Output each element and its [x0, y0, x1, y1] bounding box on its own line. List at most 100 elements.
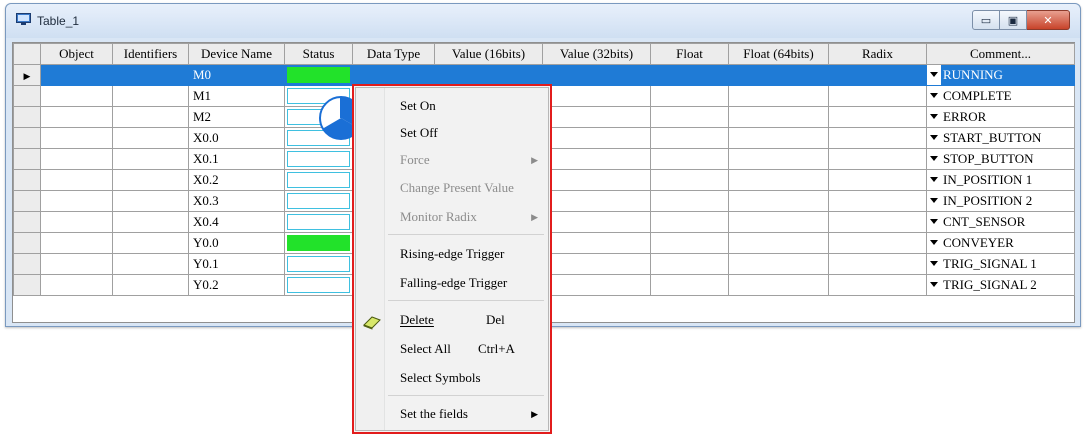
cell-identifiers[interactable] [112, 211, 189, 233]
cell-device-name[interactable]: M0 [188, 64, 285, 86]
cell-status[interactable] [284, 169, 353, 191]
dropdown-arrow-icon[interactable] [930, 135, 938, 140]
cell-radix[interactable] [828, 232, 927, 254]
cell-status[interactable] [284, 190, 353, 212]
cell-object[interactable] [40, 211, 113, 233]
cell-comment[interactable]: IN_POSITION 1 [926, 169, 1075, 191]
cell-radix[interactable] [828, 211, 927, 233]
cell-float[interactable] [650, 106, 729, 128]
cell-float-64bits[interactable] [728, 106, 829, 128]
cell-radix[interactable] [828, 106, 927, 128]
cell-object[interactable] [40, 190, 113, 212]
cell-device-name[interactable]: Y0.0 [188, 232, 285, 254]
cell-radix[interactable] [828, 253, 927, 275]
header-float-64bits[interactable]: Float (64bits) [728, 43, 829, 65]
cell-comment[interactable]: COMPLETE [926, 85, 1075, 107]
row-header[interactable] [13, 274, 41, 296]
dropdown-arrow-icon[interactable] [930, 198, 938, 203]
dropdown-arrow-icon[interactable] [930, 156, 938, 161]
cell-value-32bits[interactable] [542, 190, 651, 212]
cell-identifiers[interactable] [112, 64, 189, 86]
cell-comment[interactable]: RUNNING [926, 64, 1075, 86]
dropdown-arrow-icon[interactable] [930, 240, 938, 245]
cell-float[interactable] [650, 190, 729, 212]
cell-float-64bits[interactable] [728, 127, 829, 149]
cell-identifiers[interactable] [112, 274, 189, 296]
cell-identifiers[interactable] [112, 253, 189, 275]
menu-item-set-off[interactable]: Set Off [384, 121, 548, 145]
cell-value-32bits[interactable] [542, 253, 651, 275]
cell-comment[interactable]: STOP_BUTTON [926, 148, 1075, 170]
header-data-type[interactable]: Data Type [352, 43, 435, 65]
cell-float[interactable] [650, 169, 729, 191]
cell-identifiers[interactable] [112, 190, 189, 212]
dropdown-arrow-icon[interactable] [930, 219, 938, 224]
cell-comment[interactable]: CNT_SENSOR [926, 211, 1075, 233]
dropdown-arrow-icon[interactable] [930, 72, 938, 77]
row-header[interactable] [13, 85, 41, 107]
cell-radix[interactable] [828, 64, 927, 86]
cell-float[interactable] [650, 85, 729, 107]
cell-status[interactable] [284, 211, 353, 233]
cell-object[interactable] [40, 85, 113, 107]
cell-float[interactable] [650, 148, 729, 170]
cell-device-name[interactable]: M2 [188, 106, 285, 128]
cell-comment[interactable]: START_BUTTON [926, 127, 1075, 149]
dropdown-arrow-icon[interactable] [930, 177, 938, 182]
menu-item-rising-edge-trigger[interactable]: Rising-edge Trigger [384, 242, 548, 266]
header-object[interactable]: Object [40, 43, 113, 65]
cell-device-name[interactable]: Y0.2 [188, 274, 285, 296]
cell-float[interactable] [650, 232, 729, 254]
cell-radix[interactable] [828, 169, 927, 191]
table-row[interactable]: ▶ M0 RUNNING [13, 64, 1075, 86]
header-status[interactable]: Status [284, 43, 353, 65]
cell-object[interactable] [40, 232, 113, 254]
cell-device-name[interactable]: M1 [188, 85, 285, 107]
menu-item-set-the-fields[interactable]: Set the fields ▶ [384, 402, 548, 426]
header-value-16bits[interactable]: Value (16bits) [434, 43, 543, 65]
cell-object[interactable] [40, 169, 113, 191]
cell-object[interactable] [40, 253, 113, 275]
header-comment[interactable]: Comment... [926, 43, 1075, 65]
cell-device-name[interactable]: X0.1 [188, 148, 285, 170]
cell-float-64bits[interactable] [728, 64, 829, 86]
minimize-button[interactable]: ▭ [972, 10, 1000, 30]
menu-item-set-on[interactable]: Set On [384, 94, 548, 118]
row-header[interactable]: ▶ [13, 64, 41, 86]
title-bar[interactable]: Table_1 ▭ ▣ ✕ [6, 4, 1080, 38]
cell-value-32bits[interactable] [542, 232, 651, 254]
dropdown-arrow-icon[interactable] [930, 282, 938, 287]
row-header[interactable] [13, 190, 41, 212]
cell-identifiers[interactable] [112, 169, 189, 191]
cell-status[interactable] [284, 232, 353, 254]
cell-device-name[interactable]: X0.3 [188, 190, 285, 212]
cell-object[interactable] [40, 274, 113, 296]
row-header[interactable] [13, 253, 41, 275]
menu-item-delete[interactable]: Delete Del [384, 308, 548, 332]
cell-comment[interactable]: CONVEYER [926, 232, 1075, 254]
dropdown-arrow-icon[interactable] [930, 114, 938, 119]
cell-value-32bits[interactable] [542, 85, 651, 107]
cell-radix[interactable] [828, 148, 927, 170]
cell-float[interactable] [650, 64, 729, 86]
dropdown-arrow-icon[interactable] [930, 261, 938, 266]
cell-value-32bits[interactable] [542, 106, 651, 128]
cell-device-name[interactable]: X0.2 [188, 169, 285, 191]
cell-float-64bits[interactable] [728, 274, 829, 296]
dropdown-arrow-icon[interactable] [930, 93, 938, 98]
header-corner[interactable] [13, 43, 41, 65]
cell-float-64bits[interactable] [728, 211, 829, 233]
cell-value-32bits[interactable] [542, 148, 651, 170]
cell-float-64bits[interactable] [728, 85, 829, 107]
cell-device-name[interactable]: X0.4 [188, 211, 285, 233]
header-float[interactable]: Float [650, 43, 729, 65]
maximize-button[interactable]: ▣ [1000, 10, 1027, 30]
close-button[interactable]: ✕ [1027, 10, 1070, 30]
cell-radix[interactable] [828, 190, 927, 212]
cell-float[interactable] [650, 127, 729, 149]
cell-identifiers[interactable] [112, 148, 189, 170]
header-device-name[interactable]: Device Name [188, 43, 285, 65]
cell-comment[interactable]: TRIG_SIGNAL 1 [926, 253, 1075, 275]
cell-comment[interactable]: IN_POSITION 2 [926, 190, 1075, 212]
menu-item-select-symbols[interactable]: Select Symbols [384, 366, 548, 390]
